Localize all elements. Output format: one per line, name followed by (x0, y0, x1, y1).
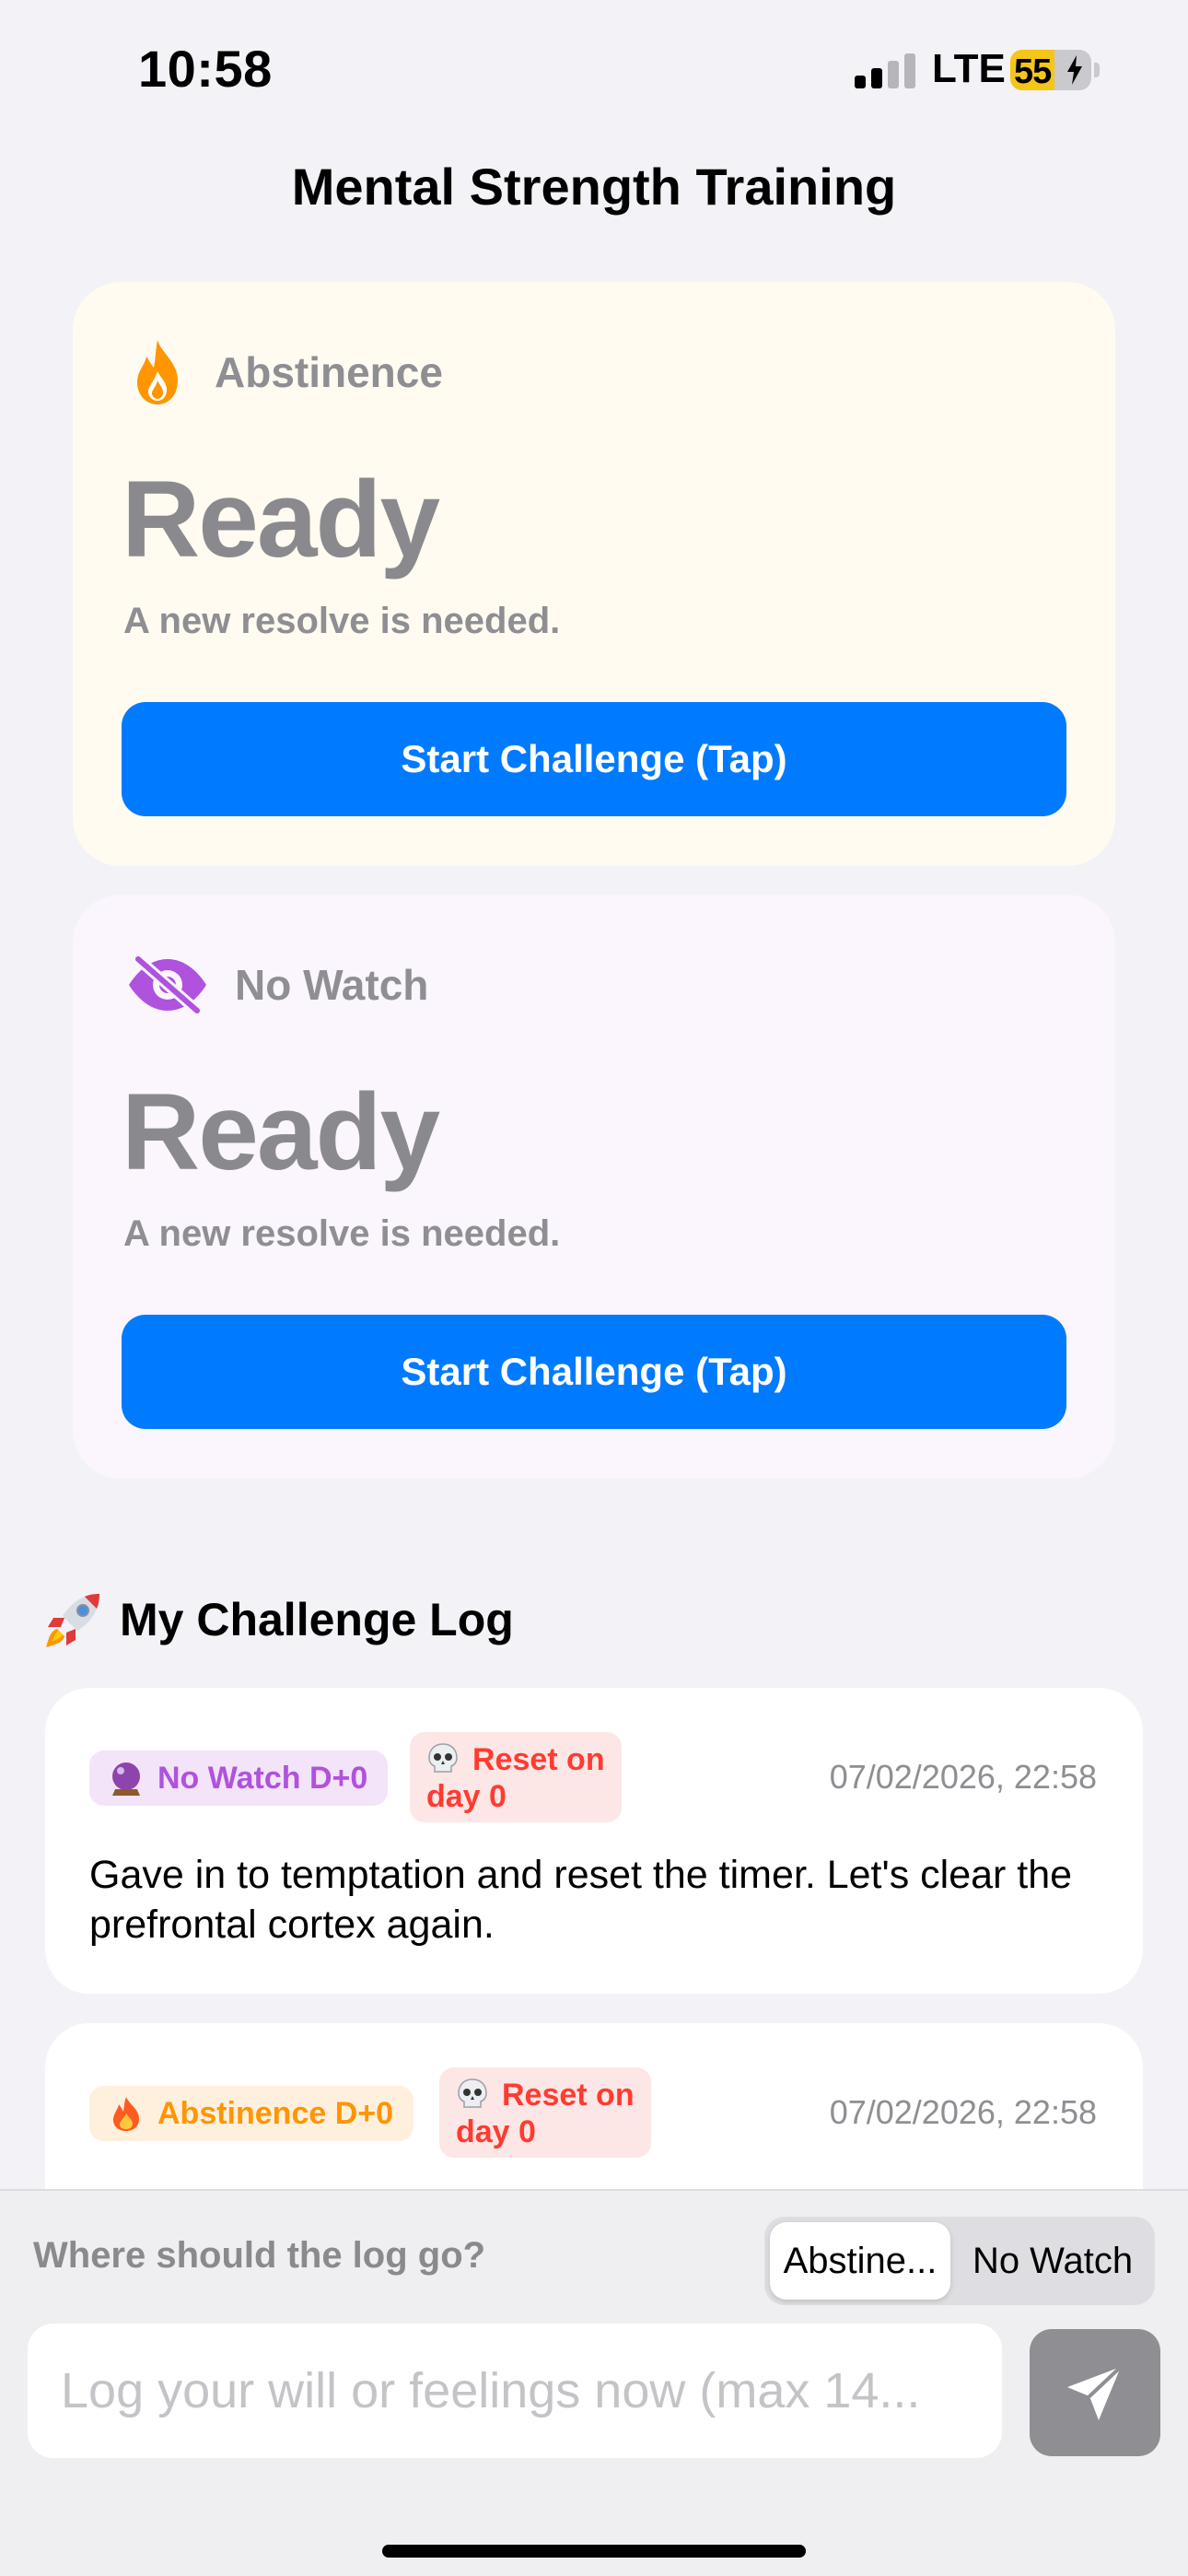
log-input[interactable] (28, 2324, 1002, 2458)
page-title: Mental Strength Training (291, 158, 897, 216)
challenge-tag: No Watch D+0 (89, 1751, 389, 1806)
network-type: LTE (932, 46, 1006, 91)
flame-icon (124, 335, 191, 409)
challenge-header: Abstinence (124, 334, 443, 411)
log-text: Gave in to temptation and reset the time… (89, 1853, 1073, 1947)
segment-abstinence[interactable]: Abstine... (770, 2222, 950, 2300)
destination-segmented-control: Abstine... No Watch (764, 2217, 1155, 2305)
challenge-label: Abstinence (215, 348, 443, 396)
log-date: 07/02/2026, 22:58 (829, 1758, 1097, 1796)
fire-icon (113, 2097, 139, 2131)
home-indicator (382, 2545, 806, 2558)
battery-percentage: 55 (1014, 53, 1052, 90)
skull-icon (458, 2078, 487, 2108)
challenge-subtitle: A new resolve is needed. (123, 1213, 561, 1254)
reset-line-1: Reset on (472, 1742, 605, 1777)
destination-label: Where should the log go? (33, 2235, 486, 2276)
challenge-tag-label: Abstinence D+0 (157, 2095, 394, 2131)
segment-no-watch[interactable]: No Watch (956, 2222, 1149, 2300)
paper-plane-icon (1067, 2365, 1123, 2420)
challenge-tag: Abstinence D+0 (89, 2086, 414, 2141)
crystal-ball-icon (112, 1762, 140, 1796)
battery-cap (1094, 63, 1100, 77)
challenge-tag-label: No Watch D+0 (157, 1760, 368, 1796)
reset-badge: Reset on day 0 (410, 1732, 622, 1822)
battery-icon: 55 (1010, 50, 1091, 90)
challenge-status: Ready (122, 1071, 440, 1193)
reset-badge: Reset on day 0 (439, 2067, 651, 2158)
challenge-card-abstinence: Abstinence Ready A new resolve is needed… (73, 282, 1115, 866)
send-button[interactable] (1030, 2329, 1160, 2456)
challenge-label: No Watch (235, 961, 429, 1009)
start-challenge-button[interactable]: Start Challenge (Tap) (122, 1315, 1066, 1429)
cellular-signal-icon (855, 53, 917, 88)
rocket-icon (46, 1594, 99, 1647)
log-section-title: My Challenge Log (44, 1588, 514, 1651)
start-challenge-button[interactable]: Start Challenge (Tap) (122, 702, 1066, 816)
status-time: 10:58 (138, 40, 273, 98)
skull-icon (428, 1743, 458, 1773)
reset-line-1: Reset on (502, 2078, 635, 2113)
challenge-subtitle: A new resolve is needed. (123, 601, 561, 641)
reset-line-2: day 0 (426, 1779, 507, 1814)
log-title-text: My Challenge Log (120, 1594, 514, 1645)
log-composer: Where should the log go? Abstine... No W… (0, 2189, 1188, 2576)
challenge-status: Ready (122, 459, 440, 580)
log-date: 07/02/2026, 22:58 (829, 2093, 1097, 2131)
charging-bolt-icon (1067, 55, 1082, 85)
challenge-card-no-watch: No Watch Ready A new resolve is needed. … (73, 895, 1115, 1479)
status-bar: 10:58 LTE 55 (0, 0, 1188, 138)
challenge-header: No Watch (124, 946, 428, 1024)
log-entry: No Watch D+0 Reset on day 0 07/02/2026, … (45, 1688, 1143, 1994)
eye-slash-icon (124, 948, 211, 1022)
screen: 10:58 LTE 55 Mental Strength Training Ab… (0, 0, 1188, 2576)
reset-line-2: day 0 (456, 2114, 536, 2149)
